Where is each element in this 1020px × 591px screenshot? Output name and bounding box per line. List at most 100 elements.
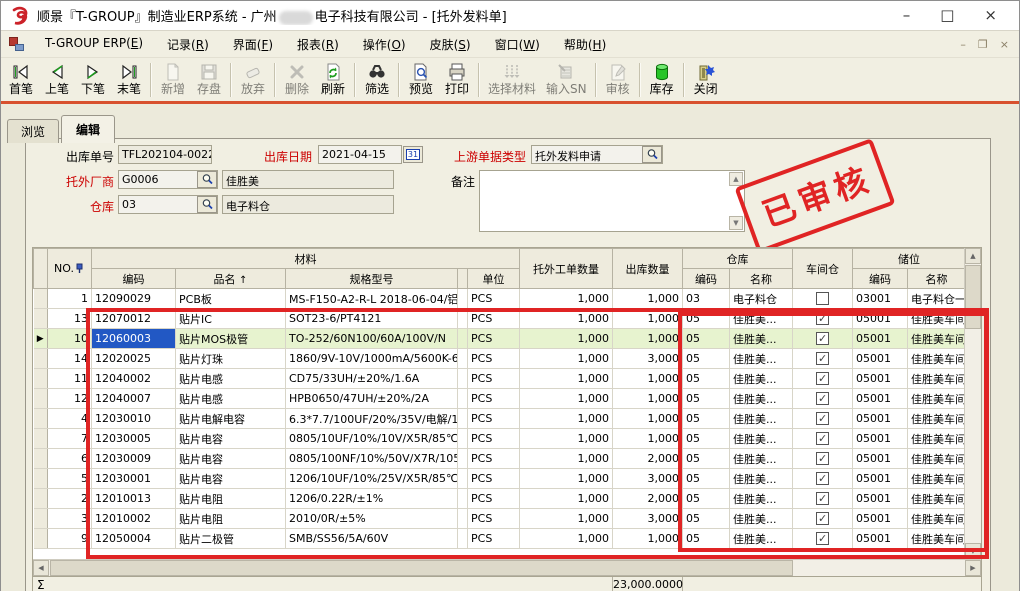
header-wh-code[interactable]: 编码 [683, 269, 730, 289]
menu-item-5[interactable]: 皮肤(S) [418, 33, 483, 56]
cell-unit[interactable]: PCS [468, 409, 520, 429]
remark-scroll-up-icon[interactable]: ▲ [729, 172, 743, 186]
checkbox-checked-icon[interactable]: ✓ [816, 352, 829, 365]
cell-order-qty[interactable]: 1,000 [520, 529, 613, 549]
horizontal-scrollbar[interactable]: ◀ ▶ [33, 559, 981, 576]
toolbar-button-14[interactable]: 审核 [600, 59, 636, 100]
cell-code[interactable]: 12010002 [92, 509, 176, 529]
cell-code[interactable]: 12020025 [92, 349, 176, 369]
cell-name[interactable]: 贴片IC [176, 309, 286, 329]
cell-loc-name[interactable]: 佳胜美车间仓 [908, 389, 965, 409]
cell-name[interactable]: 贴片MOS极管 [176, 329, 286, 349]
cell-loc-name[interactable]: 佳胜美车间仓 [908, 509, 965, 529]
cell-wh-name[interactable]: 佳胜美... [730, 489, 793, 509]
cell-out-qty[interactable]: 3,000 [613, 469, 683, 489]
cell-wh-code[interactable]: 05 [683, 389, 730, 409]
table-row[interactable]: 212010013贴片电阻1206/0.22R/±1%PCS1,0002,000… [34, 489, 966, 509]
cell-spec[interactable]: MS-F150-A2-R-L 2018-06-04/铝基... [286, 289, 458, 309]
cell-wh-code[interactable]: 05 [683, 489, 730, 509]
checkbox-checked-icon[interactable]: ✓ [816, 372, 829, 385]
toolbar-button-5[interactable]: 存盘 [191, 59, 227, 100]
menu-item-7[interactable]: 帮助(H) [552, 33, 618, 56]
toolbar-button-15[interactable]: 库存 [644, 59, 680, 100]
cell-wh-code[interactable]: 05 [683, 369, 730, 389]
table-row[interactable]: 912050004贴片二极管SMB/SS56/5A/60VPCS1,0001,0… [34, 529, 966, 549]
cell-spec[interactable]: 2010/0R/±5% [286, 509, 458, 529]
cell-loc-code[interactable]: 05001 [853, 469, 908, 489]
cell-unit[interactable]: PCS [468, 469, 520, 489]
cell-name[interactable]: 贴片电感 [176, 389, 286, 409]
table-row[interactable]: 612030009贴片电容0805/100NF/10%/50V/X7R/105℃… [34, 449, 966, 469]
cell-wh-name[interactable]: 佳胜美... [730, 349, 793, 369]
cell-loc-name[interactable]: 佳胜美车间仓 [908, 469, 965, 489]
cell-out-qty[interactable]: 1,000 [613, 389, 683, 409]
cell-order-qty[interactable]: 1,000 [520, 429, 613, 449]
cell-spec[interactable]: CD75/33UH/±20%/1.6A [286, 369, 458, 389]
cell-wh-code[interactable]: 05 [683, 329, 730, 349]
cell-unit[interactable]: PCS [468, 449, 520, 469]
table-row[interactable]: 512030001贴片电容1206/10UF/10%/25V/X5R/85℃PC… [34, 469, 966, 489]
upstream-lookup-button[interactable] [642, 146, 662, 163]
toolbar-button-7[interactable]: 删除 [279, 59, 315, 100]
cell-order-qty[interactable]: 1,000 [520, 489, 613, 509]
cell-order-qty[interactable]: 1,000 [520, 349, 613, 369]
cell-order-qty[interactable]: 1,000 [520, 369, 613, 389]
toolbar-button-10[interactable]: 预览 [403, 59, 439, 100]
toolbar-button-12[interactable]: 选择材料 [483, 59, 541, 100]
out-date-field[interactable]: 2021-04-15 [318, 145, 402, 164]
table-row[interactable]: 312010002贴片电阻2010/0R/±5%PCS1,0003,00005佳… [34, 509, 966, 529]
toolbar-button-11[interactable]: 打印 [439, 59, 475, 100]
scroll-down-icon[interactable]: ▼ [965, 543, 981, 559]
cell-unit[interactable]: PCS [468, 349, 520, 369]
cell-name[interactable]: 贴片电阻 [176, 489, 286, 509]
cell-code[interactable]: 12070012 [92, 309, 176, 329]
cell-code[interactable]: 12030001 [92, 469, 176, 489]
cell-wh-name[interactable]: 佳胜美... [730, 469, 793, 489]
cell-wh-code[interactable]: 05 [683, 429, 730, 449]
cell-code[interactable]: 12090029 [92, 289, 176, 309]
checkbox-checked-icon[interactable]: ✓ [816, 392, 829, 405]
menu-item-6[interactable]: 窗口(W) [483, 33, 552, 56]
cell-loc-code[interactable]: 05001 [853, 309, 908, 329]
table-row[interactable]: ▶1012060003贴片MOS极管TO-252/60N100/60A/100V… [34, 329, 966, 349]
toolbar-button-16[interactable]: 关闭 [688, 59, 724, 100]
checkbox-checked-icon[interactable]: ✓ [816, 332, 829, 345]
cell-name[interactable]: 贴片电解电容 [176, 409, 286, 429]
toolbar-button-2[interactable]: 下笔 [75, 59, 111, 100]
cell-order-qty[interactable]: 1,000 [520, 329, 613, 349]
scroll-up-icon[interactable]: ▲ [965, 248, 981, 264]
cell-unit[interactable]: PCS [468, 329, 520, 349]
cell-spec[interactable]: SOT23-6/PT4121 [286, 309, 458, 329]
menu-item-2[interactable]: 界面(F) [221, 33, 285, 56]
table-row[interactable]: 1312070012贴片ICSOT23-6/PT4121PCS1,0001,00… [34, 309, 966, 329]
menu-item-4[interactable]: 操作(O) [351, 33, 418, 56]
cell-wh-name[interactable]: 电子料仓 [730, 289, 793, 309]
cell-unit[interactable]: PCS [468, 389, 520, 409]
cell-wh-name[interactable]: 佳胜美... [730, 509, 793, 529]
minimize-button[interactable]: – [903, 8, 911, 23]
cell-loc-code[interactable]: 05001 [853, 389, 908, 409]
table-row[interactable]: 1212040007贴片电感HPB0650/47UH/±20%/2APCS1,0… [34, 389, 966, 409]
cell-loc-name[interactable]: 佳胜美车间仓 [908, 489, 965, 509]
checkbox-checked-icon[interactable]: ✓ [816, 452, 829, 465]
cell-code[interactable]: 12040002 [92, 369, 176, 389]
cell-out-qty[interactable]: 1,000 [613, 369, 683, 389]
tab-edit[interactable]: 编辑 [61, 115, 115, 143]
table-row[interactable]: 412030010贴片电解电容6.3*7.7/100UF/20%/35V/电解/… [34, 409, 966, 429]
cell-spec[interactable]: 6.3*7.7/100UF/20%/35V/电解/105℃ [286, 409, 458, 429]
cell-wh-name[interactable]: 佳胜美... [730, 429, 793, 449]
tab-browse[interactable]: 浏览 [7, 119, 59, 143]
cell-unit[interactable]: PCS [468, 309, 520, 329]
cell-spec[interactable]: 1860/9V-10V/1000mA/5600K-6500K... [286, 349, 458, 369]
checkbox-unchecked-icon[interactable] [816, 292, 829, 305]
scroll-right-icon[interactable]: ▶ [965, 560, 981, 576]
menu-item-1[interactable]: 记录(R) [155, 33, 221, 56]
cell-unit[interactable]: PCS [468, 429, 520, 449]
header-unit[interactable]: 单位 [468, 269, 520, 289]
cell-unit[interactable]: PCS [468, 489, 520, 509]
cell-name[interactable]: 贴片电容 [176, 469, 286, 489]
cell-out-qty[interactable]: 1,000 [613, 429, 683, 449]
cell-wh-name[interactable]: 佳胜美... [730, 389, 793, 409]
cell-name[interactable]: PCB板 [176, 289, 286, 309]
checkbox-checked-icon[interactable]: ✓ [816, 312, 829, 325]
